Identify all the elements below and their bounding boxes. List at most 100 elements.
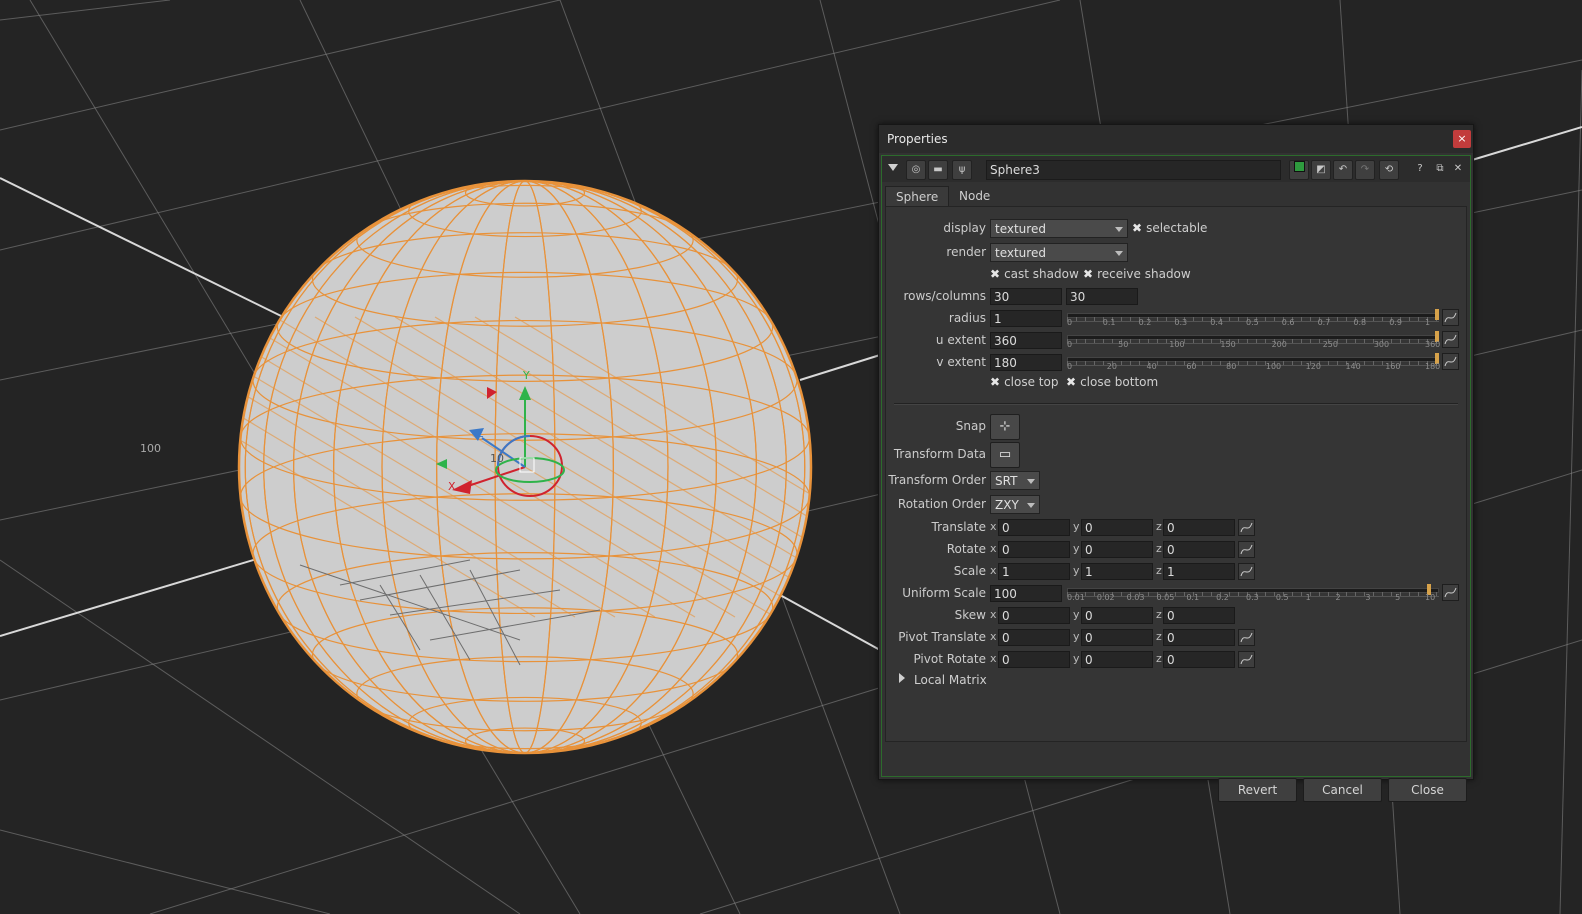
- close-top-checkbox[interactable]: ✖ close top: [990, 375, 1058, 389]
- transform-order-value: SRT: [995, 474, 1018, 488]
- pivot-rotate-x-input[interactable]: 0: [998, 651, 1070, 668]
- u-extent-input[interactable]: 360: [990, 332, 1062, 349]
- pivot-translate-z-input[interactable]: 0: [1163, 629, 1235, 646]
- v-extent-label: v extent: [936, 355, 986, 369]
- scale-y-input[interactable]: 1: [1081, 563, 1153, 580]
- node-color-icon[interactable]: [1289, 160, 1309, 180]
- radius-input[interactable]: 1: [990, 310, 1062, 327]
- cancel-button[interactable]: Cancel: [1303, 778, 1382, 802]
- scale-x-axis-label: x: [990, 564, 997, 577]
- snap-menu-icon[interactable]: ⊹: [990, 414, 1020, 440]
- tab-sphere[interactable]: Sphere: [885, 186, 950, 207]
- translate-z-input[interactable]: 0: [1163, 519, 1235, 536]
- pivot-translate-label: Pivot Translate: [898, 630, 986, 644]
- translate-label: Translate: [931, 520, 987, 534]
- skew-y-input[interactable]: 0: [1081, 607, 1153, 624]
- pivot-rotate-z-input[interactable]: 0: [1163, 651, 1235, 668]
- u-extent-slider[interactable]: 0 50 100 150 200 250 300 360: [1067, 330, 1440, 349]
- translate-x-input[interactable]: 0: [998, 519, 1070, 536]
- pivot-rotate-curve-icon[interactable]: [1238, 651, 1255, 668]
- uniform-scale-curve-icon[interactable]: [1442, 584, 1459, 601]
- viewer-icon[interactable]: ◎: [906, 160, 926, 180]
- uniform-scale-input[interactable]: 100: [990, 585, 1062, 602]
- selectable-label: selectable: [1146, 221, 1208, 235]
- slider-tick-label: 0.1: [1186, 593, 1200, 602]
- transform-data-label: Transform Data: [893, 447, 986, 461]
- slider-tick-label: 60: [1186, 362, 1197, 371]
- translate-z-axis-label: z: [1156, 520, 1162, 533]
- render-dropdown[interactable]: textured: [990, 243, 1128, 262]
- tab-node[interactable]: Node: [949, 186, 1000, 206]
- rows-input[interactable]: 30: [990, 288, 1062, 305]
- translate-x-axis-label: x: [990, 520, 997, 533]
- uniform-scale-slider[interactable]: 0.01 0.02 0.03 0.05 0.1 0.2 0.3 0.5 1 2 3 5 10: [1067, 583, 1439, 602]
- slider-tick-label: 1: [1305, 593, 1311, 602]
- rotate-x-input[interactable]: 0: [998, 541, 1070, 558]
- scale-z-input[interactable]: 1: [1163, 563, 1235, 580]
- translate-y-input[interactable]: 0: [1081, 519, 1153, 536]
- translate-curve-icon[interactable]: [1238, 519, 1255, 536]
- rotate-label: Rotate: [946, 542, 986, 556]
- cast-shadow-label: cast shadow: [1004, 267, 1079, 281]
- v-extent-slider[interactable]: 0 20 40 60 80 100 120 140 160 180: [1067, 352, 1440, 371]
- radius-slider[interactable]: 0 0.1 0.2 0.3 0.4 0.5 0.6 0.7 0.8 0.9 1: [1067, 308, 1439, 327]
- v-extent-curve-icon[interactable]: [1442, 353, 1459, 370]
- pivot-rotate-y-input[interactable]: 0: [1081, 651, 1153, 668]
- gizmo-z-label: Z: [476, 427, 484, 440]
- float-icon[interactable]: ⧉: [1431, 160, 1449, 178]
- close-button[interactable]: Close: [1388, 778, 1467, 802]
- slider-tick-label: 250: [1322, 340, 1338, 349]
- transform-order-dropdown[interactable]: SRT: [990, 471, 1040, 490]
- display-dropdown[interactable]: textured: [990, 219, 1128, 238]
- rotate-z-axis-label: z: [1156, 542, 1162, 555]
- pivot-translate-y-input[interactable]: 0: [1081, 629, 1153, 646]
- collapse-triangle-icon[interactable]: [888, 164, 898, 171]
- expand-triangle-icon[interactable]: [899, 673, 905, 683]
- window-close-button[interactable]: ×: [1453, 130, 1471, 148]
- slider-tick-label: 0.8: [1353, 318, 1367, 327]
- node-name-field[interactable]: Sphere3: [986, 160, 1281, 180]
- cast-shadow-checkbox[interactable]: ✖ cast shadow: [990, 267, 1079, 281]
- slider-tick-label: 0: [1067, 340, 1073, 349]
- u-extent-curve-icon[interactable]: [1442, 331, 1459, 348]
- rotate-curve-icon[interactable]: [1238, 541, 1255, 558]
- transform-data-folder-icon[interactable]: ▭: [990, 442, 1020, 468]
- scale-x-input[interactable]: 1: [998, 563, 1070, 580]
- undo-icon[interactable]: ↶: [1333, 160, 1353, 180]
- pivot-translate-curve-icon[interactable]: [1238, 629, 1255, 646]
- wrench-icon[interactable]: ψ: [952, 160, 972, 180]
- properties-window[interactable]: Properties × ◎ ▬ ψ Sphere3 ◩ ↶ ↷ ⟲ ? ⧉ ✕…: [878, 124, 1474, 802]
- tile-color-icon[interactable]: ◩: [1311, 160, 1331, 180]
- rotation-order-dropdown[interactable]: ZXY: [990, 495, 1040, 514]
- slider-tick-label: 0.2: [1138, 318, 1152, 327]
- skew-x-input[interactable]: 0: [998, 607, 1070, 624]
- camera-icon[interactable]: ▬: [928, 160, 948, 180]
- skew-z-input[interactable]: 0: [1163, 607, 1235, 624]
- pivot-translate-x-axis-label: x: [990, 630, 997, 643]
- slider-tick-label: 200: [1271, 340, 1287, 349]
- columns-input[interactable]: 30: [1066, 288, 1138, 305]
- rotate-y-input[interactable]: 0: [1081, 541, 1153, 558]
- help-icon[interactable]: ?: [1411, 160, 1429, 178]
- slider-tick-label: 3: [1365, 593, 1371, 602]
- scale-curve-icon[interactable]: [1238, 563, 1255, 580]
- slider-tick-label: 0.5: [1246, 318, 1259, 327]
- close-bottom-checkbox[interactable]: ✖ close bottom: [1066, 375, 1158, 389]
- rotate-z-input[interactable]: 0: [1163, 541, 1235, 558]
- u-extent-label: u extent: [935, 333, 986, 347]
- revert-icon[interactable]: ⟲: [1379, 160, 1399, 180]
- radius-label: radius: [948, 311, 986, 325]
- receive-shadow-checkbox[interactable]: ✖ receive shadow: [1083, 267, 1191, 281]
- pivot-translate-x-input[interactable]: 0: [998, 629, 1070, 646]
- radius-curve-icon[interactable]: [1442, 309, 1459, 326]
- scale-label: Scale: [953, 564, 986, 578]
- window-titlebar[interactable]: Properties ×: [879, 125, 1473, 153]
- close-panel-icon[interactable]: ✕: [1449, 160, 1467, 178]
- selectable-checkbox[interactable]: ✖ selectable: [1132, 221, 1207, 235]
- slider-tick-label: 160: [1385, 362, 1401, 371]
- redo-icon[interactable]: ↷: [1355, 160, 1375, 180]
- v-extent-input[interactable]: 180: [990, 354, 1062, 371]
- gizmo-center-label: 10: [490, 452, 504, 465]
- rotation-order-value: ZXY: [995, 498, 1019, 512]
- revert-button[interactable]: Revert: [1218, 778, 1297, 802]
